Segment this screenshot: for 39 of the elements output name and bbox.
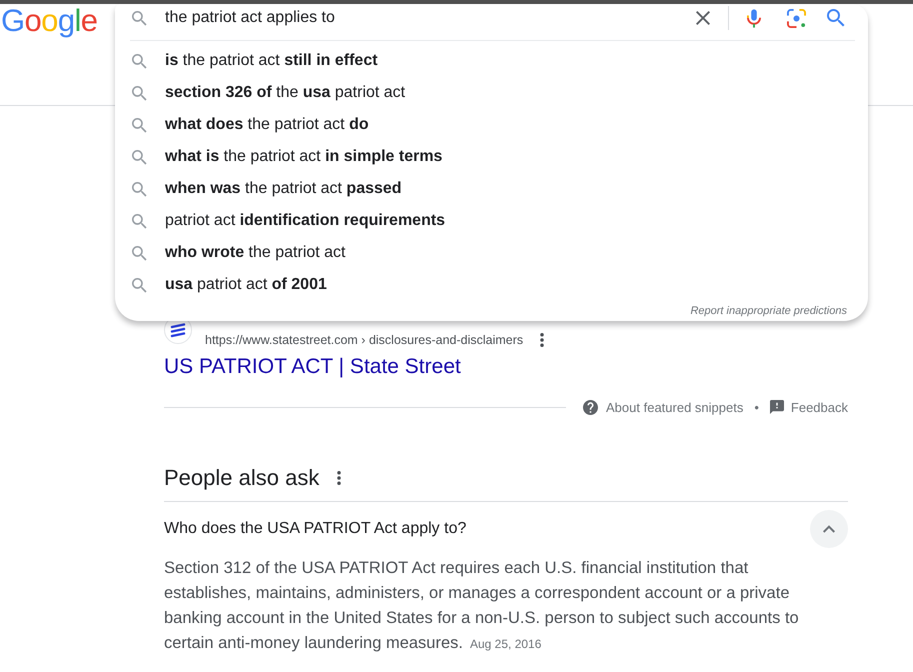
about-snippets-link[interactable]: About featured snippets <box>583 400 744 414</box>
result-url[interactable]: https://www.statestreet.com › disclosures-and-disclaimers <box>205 331 524 349</box>
microphone-icon <box>747 8 761 28</box>
help-icon <box>583 400 598 414</box>
search-icon <box>132 246 147 260</box>
camera-search-button[interactable] <box>784 6 808 30</box>
search-icon <box>132 214 147 228</box>
more-options-icon[interactable] <box>540 333 544 347</box>
suggestion-item[interactable]: patriot act identification requirements <box>115 205 868 237</box>
question-text[interactable]: Who does the USA PATRIOT Act apply to? <box>164 520 466 538</box>
search-icon <box>827 9 845 27</box>
bullet-separator: • <box>754 400 759 414</box>
search-icon <box>132 86 147 100</box>
search-input[interactable]: the patriot act applies to <box>165 6 691 30</box>
search-icon <box>132 182 147 196</box>
suggestion-item[interactable]: section 326 of the usa patriot act <box>115 77 868 109</box>
feedback-icon <box>770 400 784 414</box>
suggestion-item[interactable]: usa patriot act of 2001 <box>115 269 868 301</box>
suggestion-item[interactable]: when was the patriot act passed <box>115 173 868 205</box>
feedback-link[interactable]: Feedback <box>770 400 848 414</box>
collapse-button[interactable] <box>810 510 848 548</box>
search-icon <box>132 54 147 68</box>
section-heading: People also ask <box>164 464 320 492</box>
search-icon <box>132 278 147 292</box>
suggestion-item[interactable]: what is the patriot act in simple terms <box>115 141 868 173</box>
suggestion-item[interactable]: what does the patriot act do <box>115 109 868 141</box>
close-icon <box>696 11 710 25</box>
camera-icon <box>786 8 806 28</box>
search-icon <box>132 10 147 26</box>
report-predictions-link[interactable]: Report inappropriate predictions <box>690 304 847 318</box>
google-logo[interactable]: Google <box>0 4 98 37</box>
more-options-icon[interactable] <box>337 471 342 485</box>
suggestion-item[interactable]: is the patriot act still in effect <box>115 45 868 77</box>
search-icon <box>132 118 147 132</box>
suggestion-item[interactable]: who wrote the patriot act <box>115 237 868 269</box>
answer-text: Section 312 of the USA PATRIOT Act requires each U.S. financial institution that establishes, maintains, administers, or manages a correspondent account or a private banking account in the United States for a non-U.S. person to subject such accounts to certain anti-money laundering measures. Aug 25, 2016 <box>164 558 800 654</box>
result-title-link[interactable]: US PATRIOT ACT | State Street <box>164 354 461 380</box>
chevron-up-icon <box>823 525 835 533</box>
search-icon <box>132 150 147 164</box>
